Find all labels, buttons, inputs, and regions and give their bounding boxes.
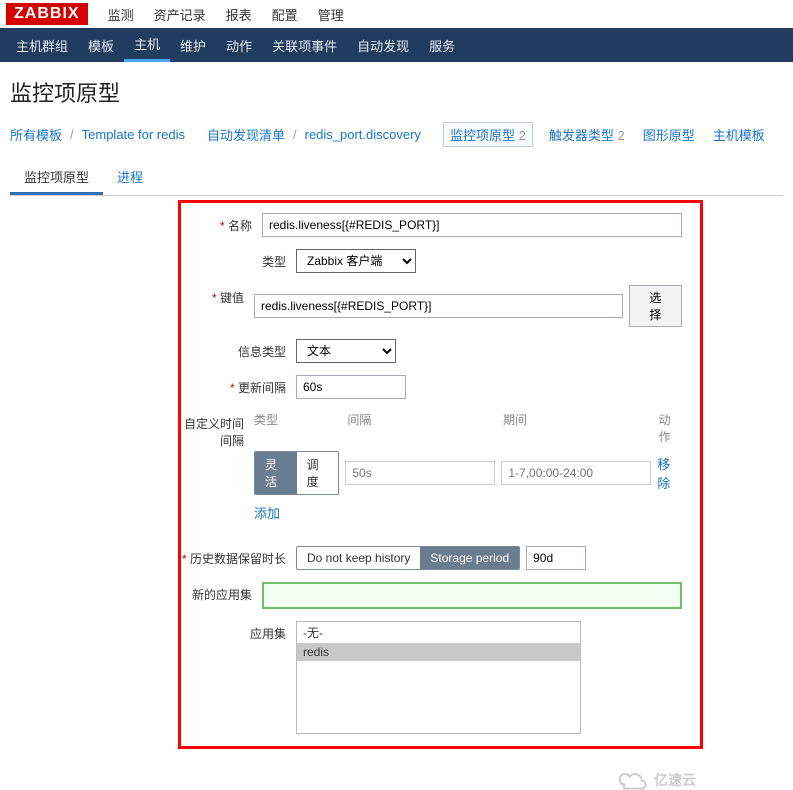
bc-trigger-proto[interactable]: 触发器类型 2: [549, 125, 625, 144]
history-value-input[interactable]: [526, 546, 586, 570]
bc-host-proto[interactable]: 主机模板: [713, 125, 765, 144]
nav-actions[interactable]: 动作: [216, 30, 262, 61]
appset-list[interactable]: -无- redis: [296, 621, 581, 734]
info-select[interactable]: 文本: [296, 339, 396, 363]
page-title: 监控项原型: [0, 62, 793, 118]
appset-redis[interactable]: redis: [297, 643, 580, 661]
label-info: 信息类型: [181, 339, 296, 360]
int-add-link[interactable]: 添加: [254, 506, 280, 521]
int-period-input[interactable]: [501, 461, 651, 485]
name-input[interactable]: [262, 213, 682, 237]
label-key: 键值: [181, 285, 254, 306]
nav-hosts[interactable]: 主机: [124, 28, 170, 62]
topmenu-monitor[interactable]: 监测: [98, 1, 144, 28]
interval-input[interactable]: [296, 375, 406, 399]
type-select[interactable]: Zabbix 客户端: [296, 249, 416, 273]
bc-item-proto[interactable]: 监控项原型 2: [443, 122, 533, 147]
top-bar: ZABBIX 监测 资产记录 报表 配置 管理: [0, 0, 793, 28]
history-seg: Do not keep history Storage period: [296, 546, 520, 570]
history-storage[interactable]: Storage period: [420, 547, 519, 569]
label-history: 历史数据保留时长: [181, 546, 296, 567]
int-interval-input[interactable]: [345, 461, 495, 485]
nav-templates[interactable]: 模板: [78, 30, 124, 61]
label-name: 名称: [181, 213, 262, 234]
bc-rule[interactable]: redis_port.discovery: [305, 127, 421, 142]
key-input[interactable]: [254, 294, 623, 318]
breadcrumb: 所有模板 / Template for redis 自动发现清单 / redis…: [0, 118, 793, 155]
int-type-seg: 灵活 调度: [254, 451, 339, 495]
second-nav: 主机群组 模板 主机 维护 动作 关联项事件 自动发现 服务: [0, 28, 793, 62]
label-newapp: 新的应用集: [181, 582, 262, 603]
topmenu-admin[interactable]: 管理: [308, 1, 354, 28]
int-seg-flexible[interactable]: 灵活: [255, 452, 297, 494]
bc-all-templates[interactable]: 所有模板: [10, 125, 62, 144]
label-interval: 更新间隔: [181, 375, 296, 396]
int-seg-dispatch[interactable]: 调度: [297, 452, 339, 494]
bc-discovery-list[interactable]: 自动发现清单: [207, 125, 285, 144]
bc-sep2: /: [289, 127, 301, 142]
topmenu-inventory[interactable]: 资产记录: [144, 1, 216, 28]
int-head-interval: 间隔: [347, 411, 503, 445]
bc-graph-proto[interactable]: 图形原型: [643, 125, 695, 144]
int-remove-link[interactable]: 移除: [657, 454, 682, 492]
nav-discovery[interactable]: 自动发现: [347, 30, 419, 61]
label-appset: 应用集: [181, 621, 296, 642]
watermark: 亿速云: [616, 770, 696, 790]
select-button[interactable]: 选择: [629, 285, 682, 327]
nav-correlation[interactable]: 关联项事件: [262, 30, 347, 61]
top-menu: 监测 资产记录 报表 配置 管理: [98, 1, 354, 28]
history-nokeep[interactable]: Do not keep history: [297, 547, 420, 569]
nav-services[interactable]: 服务: [419, 30, 465, 61]
subtabs: 监控项原型 进程: [10, 161, 783, 196]
cloud-icon: [616, 770, 650, 790]
bc-sep: /: [66, 127, 78, 142]
nav-maintenance[interactable]: 维护: [170, 30, 216, 61]
appset-none[interactable]: -无-: [297, 622, 580, 643]
newapp-input[interactable]: [262, 582, 682, 609]
int-head-type: 类型: [254, 411, 347, 445]
topmenu-config[interactable]: 配置: [262, 1, 308, 28]
int-head-action: 动作: [659, 411, 682, 445]
label-type: 类型: [181, 249, 296, 270]
logo: ZABBIX: [6, 3, 88, 25]
label-custom-int: 自定义时间间隔: [181, 411, 254, 449]
bc-template[interactable]: Template for redis: [82, 127, 185, 142]
subtab-process[interactable]: 进程: [103, 161, 157, 195]
topmenu-reports[interactable]: 报表: [216, 1, 262, 28]
int-head-period: 期间: [503, 411, 659, 445]
nav-hostgroups[interactable]: 主机群组: [6, 30, 78, 61]
form-area: 名称 类型 Zabbix 客户端 键值 选择 信息类型 文本 更新间隔 自定义时…: [178, 200, 703, 749]
subtab-item-proto[interactable]: 监控项原型: [10, 161, 103, 195]
